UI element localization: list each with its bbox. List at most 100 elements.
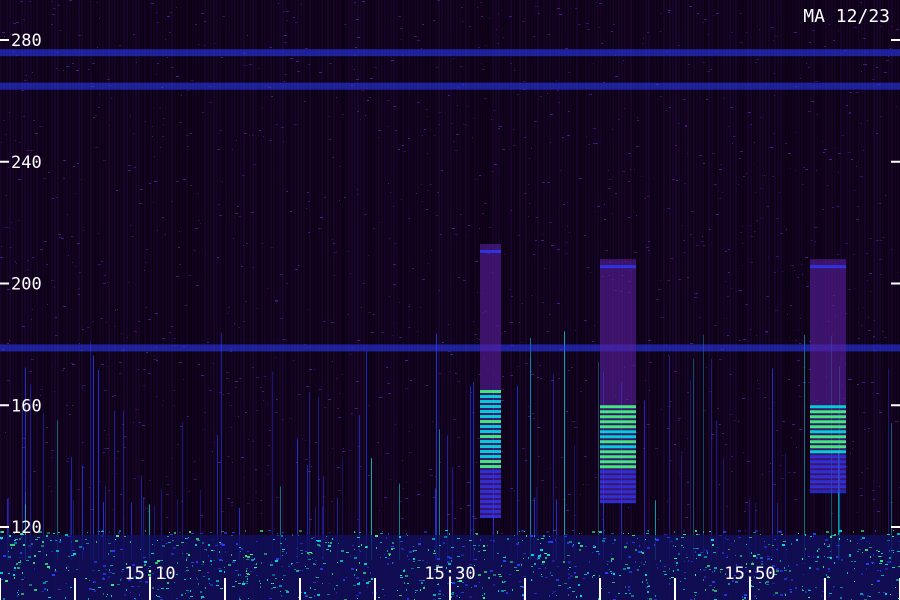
bottom-band-speck	[461, 592, 464, 593]
bottom-band-speck	[827, 576, 829, 578]
bottom-band-speck	[308, 559, 311, 560]
bottom-band-speck	[576, 596, 577, 598]
noise-column	[792, 0, 794, 600]
noise-speck	[718, 190, 719, 191]
noise-speck	[39, 126, 42, 127]
noise-speck	[401, 518, 404, 519]
noise-speck	[739, 340, 741, 341]
bottom-band-speck	[358, 546, 360, 547]
noise-speck	[624, 108, 625, 109]
bottom-band-speck	[424, 586, 425, 587]
bottom-band-speck	[826, 544, 827, 545]
bottom-band-speck	[776, 549, 778, 550]
vertical-spike	[598, 361, 599, 560]
bottom-band-speck	[196, 561, 198, 563]
noise-speck	[557, 249, 560, 250]
bottom-band-speck	[329, 583, 330, 584]
noise-column	[708, 0, 710, 600]
bottom-band-speck	[877, 580, 880, 582]
bottom-band-speck	[550, 541, 553, 543]
vertical-spike	[366, 351, 367, 560]
noise-speck	[107, 79, 110, 80]
bottom-band-speck	[550, 572, 551, 574]
noise-column	[789, 0, 791, 600]
noise-column	[879, 0, 881, 600]
noise-column	[219, 0, 221, 600]
bottom-band-speck	[641, 562, 642, 563]
noise-speck	[759, 29, 760, 30]
noise-speck	[658, 519, 659, 520]
burst-harmonic	[480, 425, 501, 429]
noise-speck	[410, 380, 412, 381]
noise-speck	[531, 295, 533, 296]
noise-speck	[5, 195, 7, 196]
noise-speck	[344, 197, 346, 198]
noise-speck	[853, 254, 855, 255]
bottom-band-speck	[186, 570, 189, 571]
noise-speck	[637, 117, 638, 118]
bottom-band-speck	[830, 536, 832, 538]
noise-speck	[281, 127, 284, 128]
burst-harmonic	[600, 485, 636, 489]
bottom-band-speck	[45, 563, 48, 565]
noise-speck	[720, 164, 722, 165]
noise-column	[663, 0, 665, 600]
noise-speck	[604, 204, 605, 205]
noise-column	[537, 0, 539, 600]
noise-speck	[655, 448, 658, 449]
noise-speck	[812, 30, 815, 31]
bottom-band-speck	[363, 579, 364, 581]
noise-speck	[231, 502, 233, 503]
noise-speck	[387, 100, 390, 101]
bottom-band-speck	[186, 538, 189, 539]
noise-speck	[590, 272, 591, 273]
bottom-band-speck	[42, 577, 43, 578]
noise-column	[453, 0, 455, 600]
noise-speck	[873, 499, 875, 500]
noise-speck	[149, 183, 151, 184]
bottom-band-speck	[541, 574, 542, 575]
bottom-band-speck	[459, 597, 460, 598]
noise-speck	[605, 250, 608, 251]
bottom-band-speck	[555, 539, 556, 541]
noise-speck	[284, 42, 287, 43]
bottom-band-speck	[160, 560, 163, 561]
bottom-band-speck	[675, 546, 676, 547]
bottom-band-speck	[98, 587, 101, 588]
noise-speck	[427, 190, 429, 191]
noise-speck	[332, 448, 333, 449]
bottom-band-speck	[457, 586, 459, 587]
noise-speck	[145, 121, 146, 122]
noise-speck	[358, 446, 359, 447]
bottom-band-speck	[780, 560, 781, 562]
noise-column	[591, 0, 593, 600]
noise-speck	[533, 418, 535, 419]
bottom-band-speck	[419, 580, 422, 581]
bottom-band-speck	[510, 561, 513, 563]
bottom-band-speck	[245, 555, 247, 557]
bottom-band-speck	[524, 531, 525, 532]
noise-speck	[567, 226, 568, 227]
noise-column	[675, 0, 677, 600]
bottom-band-speck	[108, 576, 110, 578]
noise-column	[189, 0, 191, 600]
bottom-band-speck	[247, 551, 249, 552]
bottom-band-speck	[367, 567, 369, 568]
bottom-band-speck	[121, 571, 123, 572]
noise-speck	[528, 416, 530, 417]
noise-speck	[239, 216, 241, 217]
burst-harmonic	[810, 420, 846, 424]
bottom-band-speck	[664, 574, 667, 575]
noise-speck	[298, 394, 301, 395]
bottom-band-speck	[267, 579, 268, 581]
bottom-band-speck	[474, 559, 477, 560]
noise-column	[585, 0, 587, 600]
noise-speck	[159, 108, 161, 109]
bottom-band-speck	[669, 568, 670, 570]
noise-speck	[436, 215, 438, 216]
noise-column	[801, 0, 803, 600]
bottom-band-speck	[664, 534, 667, 535]
noise-speck	[371, 332, 374, 333]
noise-speck	[95, 147, 98, 148]
noise-column	[63, 0, 65, 600]
